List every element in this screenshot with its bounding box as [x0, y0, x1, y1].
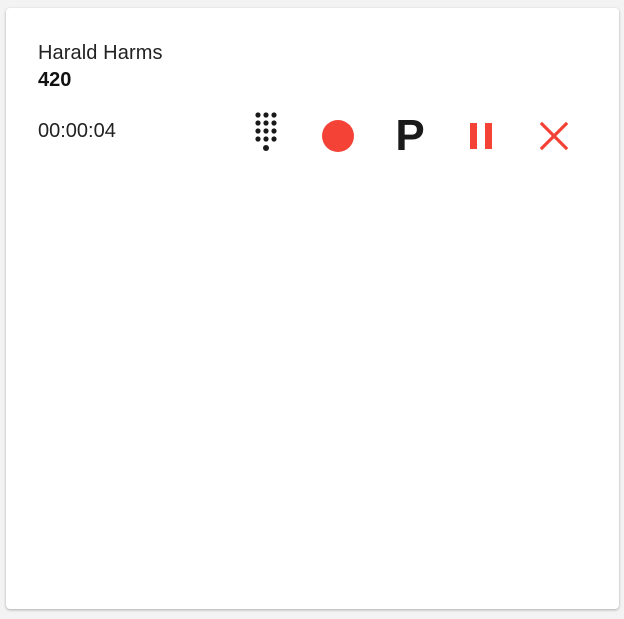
dialpad-icon [255, 112, 277, 151]
active-call-card: Harald Harms 420 00:00:04 P [6, 8, 619, 609]
record-button[interactable] [318, 116, 358, 156]
caller-extension: 420 [38, 69, 72, 91]
pause-icon [470, 123, 492, 149]
hold-button[interactable] [462, 116, 502, 156]
record-icon [322, 120, 354, 152]
hangup-button[interactable] [534, 116, 574, 156]
caller-name: Harald Harms [38, 42, 163, 64]
park-icon: P [395, 111, 425, 160]
park-button[interactable]: P [388, 112, 432, 160]
call-duration: 00:00:04 [38, 120, 116, 142]
dialpad-button[interactable] [246, 110, 286, 160]
close-icon [539, 121, 569, 151]
